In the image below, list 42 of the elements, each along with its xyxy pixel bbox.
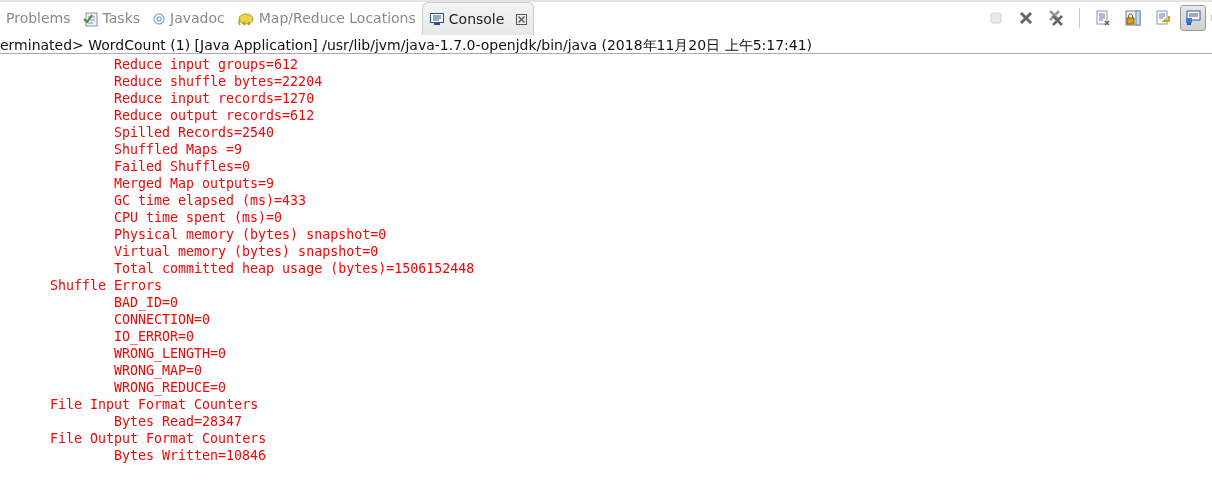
view-tab[interactable]: Console: [421, 2, 535, 35]
view-tab[interactable]: Javadoc: [146, 2, 231, 35]
console-line: File Input Format Counters: [50, 396, 259, 413]
console-line: Total committed heap usage (bytes)=1506152448: [114, 260, 475, 277]
console-line: Spilled Records=2540: [114, 124, 275, 141]
console-line: Virtual memory (bytes) snapshot=0: [114, 243, 379, 260]
console-line: Reduce input groups=612: [114, 56, 299, 73]
console-line: Physical memory (bytes) snapshot=0: [114, 226, 387, 243]
view-tab[interactable]: Tasks: [76, 2, 147, 35]
console-line: File Output Format Counters: [50, 430, 267, 447]
console-line: Bytes Written=10846: [114, 447, 267, 464]
console-line: GC time elapsed (ms)=433: [114, 192, 307, 209]
console-line: WRONG_MAP=0: [114, 362, 203, 379]
console-line: Reduce shuffle bytes=22204: [114, 73, 323, 90]
double-x-icon: [1048, 10, 1064, 26]
view-tab[interactable]: Problems: [0, 2, 77, 35]
console-line: WRONG_LENGTH=0: [114, 345, 227, 362]
view-tab[interactable]: Map/Reduce Locations: [230, 2, 422, 35]
close-icon: [1018, 10, 1034, 26]
console-line: CONNECTION=0: [114, 311, 211, 328]
console-line: Shuffle Errors: [50, 277, 163, 294]
console-line: Failed Shuffles=0: [114, 158, 251, 175]
close-icon[interactable]: [516, 13, 528, 25]
lock-icon: [1125, 10, 1141, 26]
console-line: WRONG_REDUCE=0: [114, 379, 227, 396]
console-line: Merged Map outputs=9: [114, 175, 275, 192]
wrap-icon: [1155, 10, 1171, 26]
document-icon: [1095, 10, 1111, 26]
monitor-icon: [428, 11, 445, 27]
console-line: Shuffled Maps =9: [114, 141, 243, 158]
console-line: Bytes Read=28347: [114, 413, 243, 430]
console-line: IO_ERROR=0: [114, 328, 195, 345]
console-line: BAD_ID=0: [114, 294, 179, 311]
console-line: CPU time spent (ms)=0: [114, 209, 283, 226]
stop-icon: [988, 10, 1004, 26]
monitor-button[interactable]: [1180, 5, 1206, 31]
console-line: Reduce output records=612: [114, 107, 315, 124]
console-line: Reduce input records=1270: [114, 90, 315, 107]
elephant-icon: [236, 11, 255, 26]
clipboard-icon: [82, 10, 99, 27]
monitor-icon: [1185, 10, 1201, 26]
console-title: erminated> WordCount (1) [Java Application] /usr/lib/jvm/java-1.7.0-openjdk/bin/java (2018年11月20日 上午5:17:41): [0, 36, 1212, 54]
